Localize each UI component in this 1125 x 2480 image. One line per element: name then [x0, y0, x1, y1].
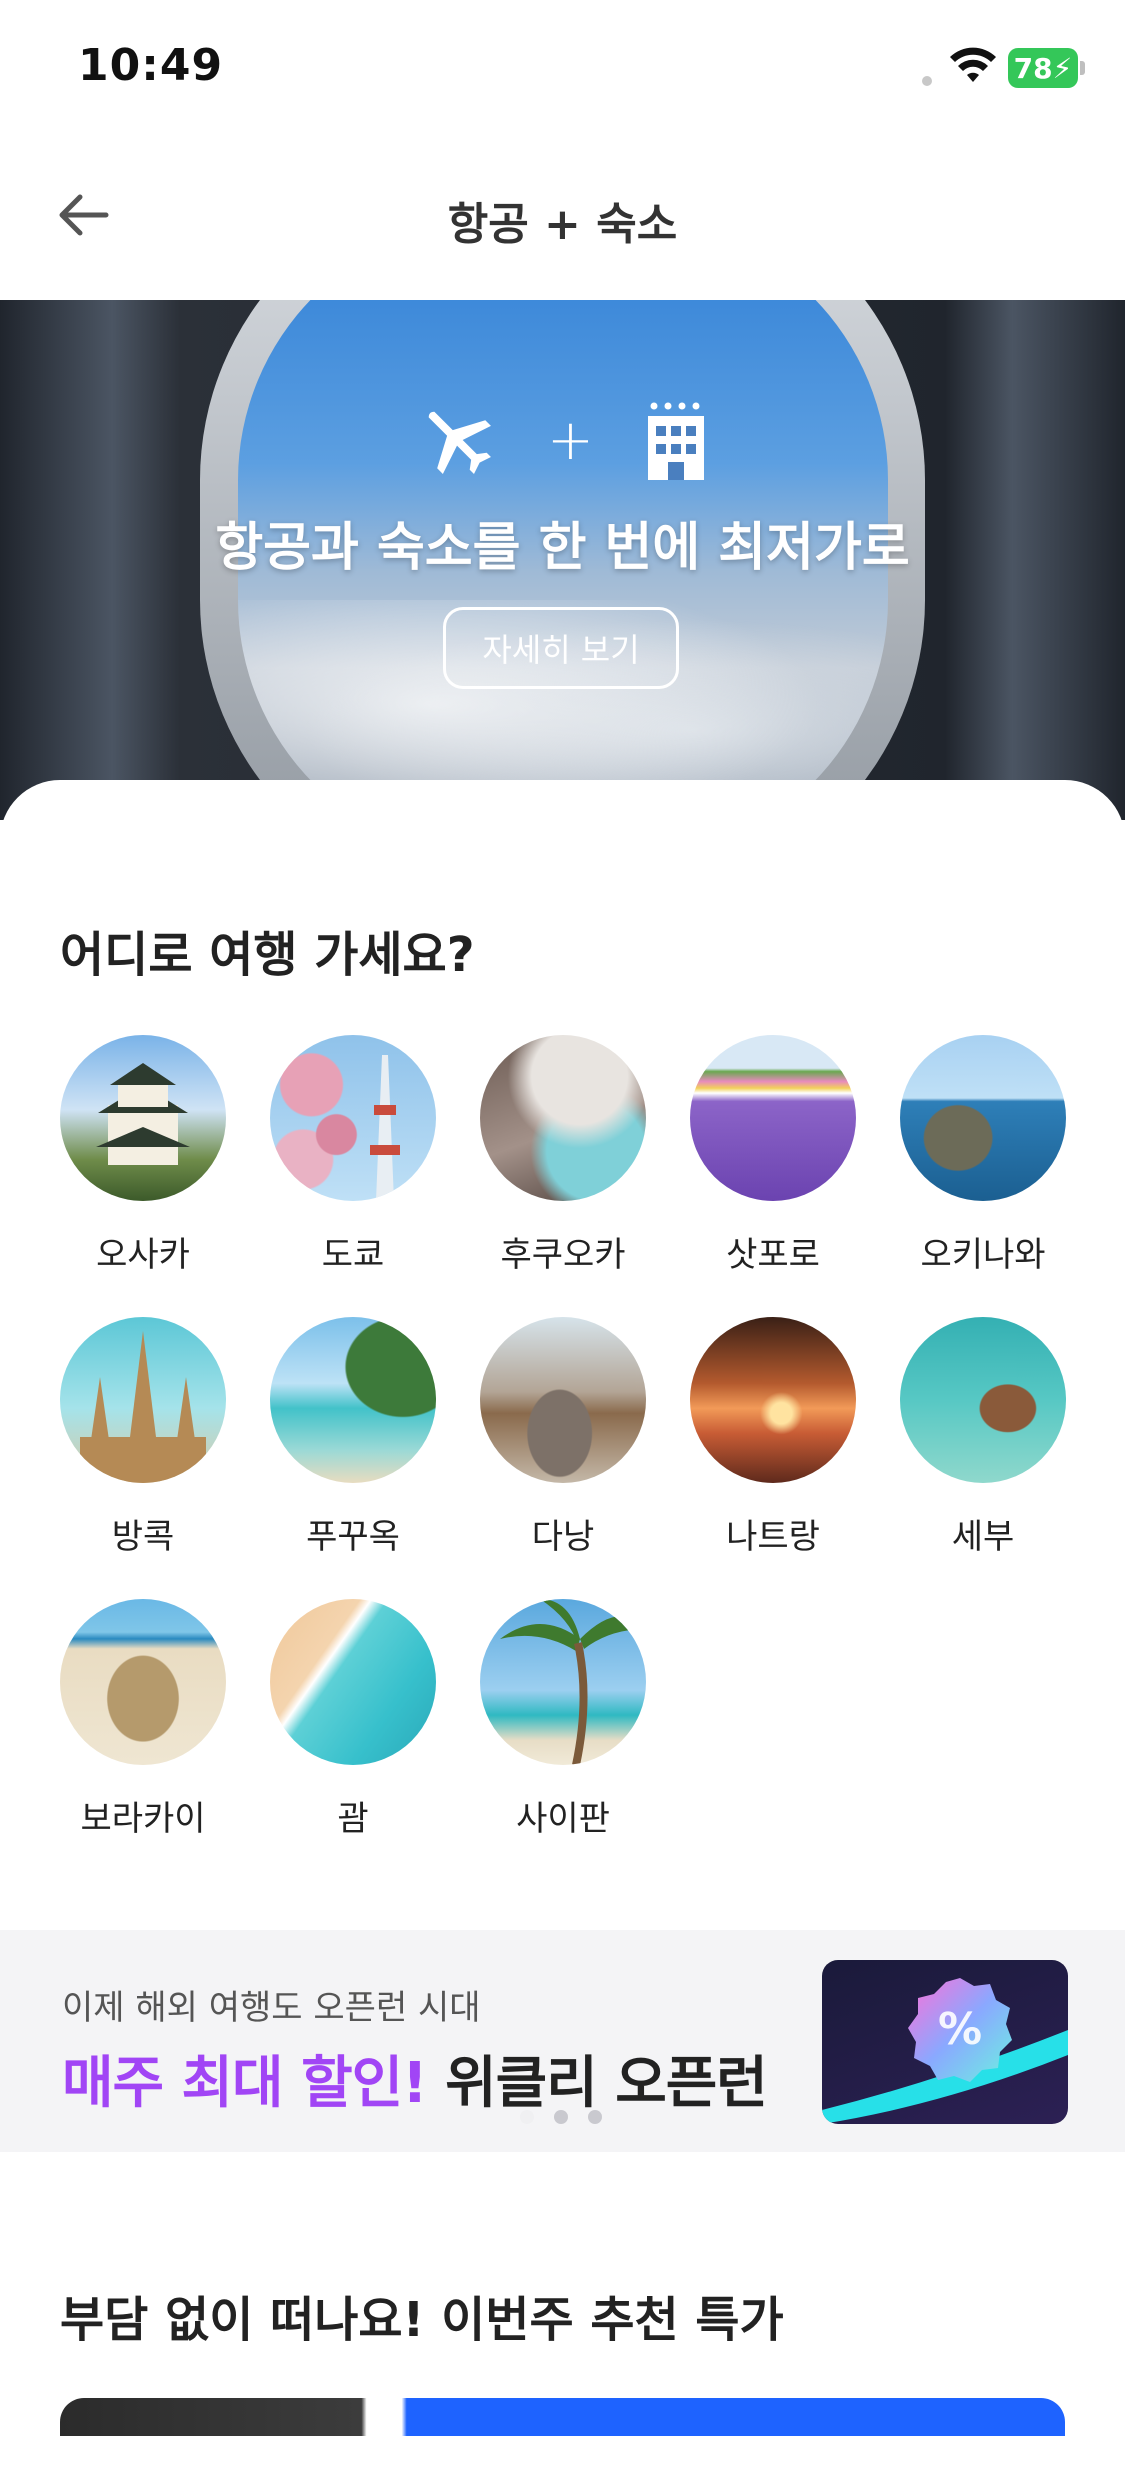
destination-sapporo[interactable]: 삿포로	[668, 1035, 878, 1276]
destination-image	[480, 1599, 646, 1765]
destination-label: 삿포로	[726, 1235, 820, 1275]
destination-image	[480, 1035, 646, 1201]
nav-header: 항공 + 숙소	[0, 150, 1125, 280]
status-bar: 10:49 78 ⚡	[0, 0, 1125, 130]
destination-label: 다낭	[531, 1517, 595, 1557]
destination-image	[270, 1599, 436, 1765]
carousel-dots[interactable]	[520, 2110, 602, 2124]
deal-card-preview[interactable]	[60, 2398, 1065, 2436]
status-dot	[922, 76, 932, 86]
destination-label: 괌	[337, 1799, 369, 1839]
carousel-dot[interactable]	[520, 2110, 534, 2124]
airplane-icon	[428, 411, 491, 474]
destination-bangkok[interactable]: 방콕	[38, 1317, 248, 1558]
destination-phuquoc[interactable]: 푸꾸옥	[248, 1317, 458, 1558]
destination-label: 푸꾸옥	[306, 1517, 400, 1557]
destination-fukuoka[interactable]: 후쿠오카	[458, 1035, 668, 1276]
destination-saipan[interactable]: 사이판	[458, 1599, 668, 1840]
carousel-dot[interactable]	[588, 2110, 602, 2124]
destination-osaka[interactable]: 오사카	[38, 1035, 248, 1276]
destination-label: 오사카	[96, 1235, 190, 1275]
destination-image	[900, 1317, 1066, 1483]
status-time: 10:49	[78, 40, 224, 91]
promo-title-accent: 매주 최대 할인!	[62, 2051, 428, 2116]
destination-image	[480, 1317, 646, 1483]
destination-label: 방콕	[111, 1517, 175, 1557]
promo-image: %	[822, 1960, 1068, 2124]
destination-label: 사이판	[516, 1799, 610, 1839]
hero-details-button[interactable]: 자세히 보기	[443, 607, 679, 689]
destination-danang[interactable]: 다낭	[458, 1317, 668, 1558]
destination-guam[interactable]: 괌	[248, 1599, 458, 1840]
promo-subtitle: 이제 해외 여행도 오픈런 시대	[62, 1988, 481, 2028]
destination-cebu[interactable]: 세부	[878, 1317, 1088, 1558]
destination-tokyo[interactable]: 도쿄	[248, 1035, 458, 1276]
wifi-icon	[950, 47, 996, 82]
destinations-title: 어디로 여행 가세요?	[60, 927, 475, 983]
destination-image	[900, 1035, 1066, 1201]
destination-boracay[interactable]: 보라카이	[38, 1599, 248, 1840]
destination-okinawa[interactable]: 오키나와	[878, 1035, 1088, 1276]
battery-indicator: 78 ⚡	[1008, 48, 1085, 88]
destination-image	[60, 1317, 226, 1483]
destination-label: 후쿠오카	[500, 1235, 626, 1275]
destination-label: 세부	[951, 1517, 1015, 1557]
plus-icon: +	[547, 407, 594, 473]
promo-title-rest: 위클리 오픈런	[426, 2051, 768, 2116]
page-title: 항공 + 숙소	[447, 199, 678, 250]
destination-image	[690, 1035, 856, 1201]
destination-image	[690, 1317, 856, 1483]
hero-title: 항공과 숙소를 한 번에 최저가로	[215, 518, 910, 578]
promo-title: 매주 최대 할인! 위클리 오픈런	[62, 2038, 768, 2119]
destination-nhatrang[interactable]: 나트랑	[668, 1317, 878, 1558]
destination-image	[60, 1599, 226, 1765]
hero-banner[interactable]: + 항공과 숙소를 한 번에 최저가로 자세히 보기	[0, 300, 1125, 820]
destination-label: 보라카이	[80, 1799, 206, 1839]
battery-level: 78	[1013, 51, 1053, 85]
destination-image	[270, 1317, 436, 1483]
destination-label: 오키나와	[920, 1235, 1046, 1275]
deals-title: 부담 없이 떠나요! 이번주 추천 특가	[60, 2292, 784, 2348]
carousel-dot[interactable]	[554, 2110, 568, 2124]
svg-text:%: %	[938, 2004, 982, 2055]
promo-banner[interactable]: 이제 해외 여행도 오픈런 시대 매주 최대 할인! 위클리 오픈런 %	[0, 1930, 1125, 2152]
destination-label: 나트랑	[726, 1517, 820, 1557]
destination-image	[60, 1035, 226, 1201]
hotel-icon	[647, 402, 704, 480]
destination-label: 도쿄	[321, 1235, 385, 1275]
hero-icon-row: +	[0, 395, 1125, 485]
destination-image	[270, 1035, 436, 1201]
